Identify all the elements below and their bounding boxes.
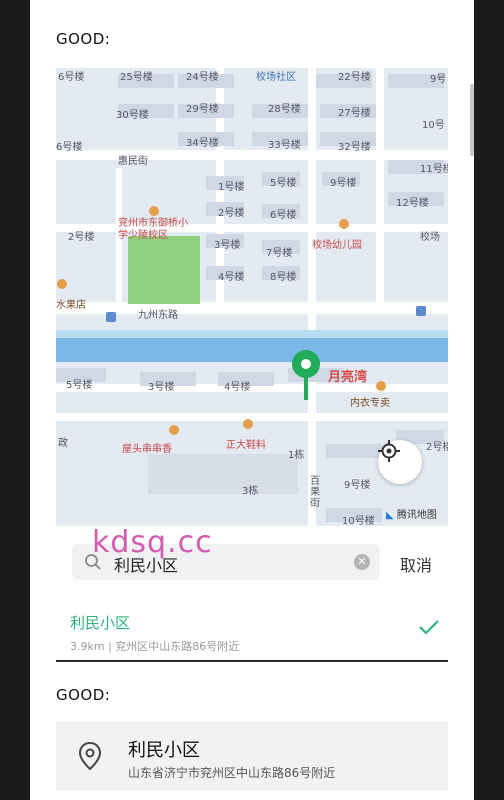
building-label: 2号楼 (426, 442, 448, 453)
building-label: 10号楼 (342, 516, 375, 526)
poi-school: 兖州市东御桥小学少陵校区 (118, 218, 188, 241)
check-icon (419, 620, 439, 635)
building-label: 10号 (422, 120, 445, 131)
poi-hotpot: 屋头串串香 (122, 444, 172, 455)
building-label: 30号楼 (116, 110, 149, 121)
building-label: 27号楼 (338, 108, 371, 119)
building-label: 2号楼 (218, 208, 245, 219)
result-address: 3.9km | 兖州区中山东路86号附近 (70, 640, 240, 653)
building-label: 9号楼 (344, 480, 371, 491)
building-label: 1栋 (288, 450, 305, 461)
building-label: 4号楼 (224, 382, 251, 393)
scrollbar[interactable] (470, 84, 474, 156)
map-provider-logo: ◣ 腾讯地图 (386, 506, 437, 521)
search-result-item[interactable]: 利民小区 3.9km | 兖州区中山东路86号附近 (56, 600, 448, 662)
building-label: 3号楼 (148, 382, 175, 393)
building-label: 9号 (430, 74, 447, 85)
page: GOOD: 6号楼 25号楼 24号楼 校场社区 22号楼 9号 30号楼 29… (30, 0, 474, 800)
building-label: 29号楼 (186, 104, 219, 115)
building-label: 5号楼 (66, 380, 93, 391)
poi-fruit: 水果店 (56, 300, 86, 311)
building-label: 6号楼 (58, 72, 85, 83)
building-label: 7号楼 (266, 248, 293, 259)
building-label: 12号楼 (396, 198, 429, 209)
building-label: 校场 (420, 232, 440, 243)
building-label: 9号楼 (330, 178, 357, 189)
good-label-bottom: GOOD: (56, 686, 111, 704)
road-label: 惠民街 (118, 156, 148, 167)
building-label: 1号楼 (218, 182, 245, 193)
clear-icon[interactable]: ✕ (354, 554, 370, 570)
building-label: 4号楼 (218, 272, 245, 283)
building-label: 32号楼 (338, 142, 371, 153)
crosshair-icon (378, 440, 400, 462)
poi-underwear: 内衣专卖 (350, 398, 390, 409)
building-label: 校场社区 (256, 72, 296, 83)
poi-kindergarten: 校场幼儿园 (312, 240, 362, 251)
building-label: 24号楼 (186, 72, 219, 83)
poi-gov: 政 (58, 438, 68, 449)
pin-label: 月亮湾 (328, 370, 368, 385)
building-label: 6号楼 (270, 210, 297, 221)
map-view[interactable]: 6号楼 25号楼 24号楼 校场社区 22号楼 9号 30号楼 29号楼 28号… (56, 68, 448, 526)
poi-shoe: 正大鞋料 (226, 440, 266, 451)
map-pin-outline-icon (78, 741, 102, 771)
cancel-button[interactable]: 取消 (400, 552, 432, 576)
building-label: 5号楼 (270, 178, 297, 189)
card-title: 利民小区 (128, 740, 200, 761)
good-label-top: GOOD: (56, 30, 111, 48)
building-label: 33号楼 (268, 140, 301, 151)
tencent-maps-icon: ◣ (386, 510, 394, 521)
building-label: 11号楼 (420, 164, 448, 175)
building-label: 22号楼 (338, 72, 371, 83)
road-label: 九州东路 (138, 310, 178, 321)
building-label: 3栋 (242, 486, 259, 497)
building-label: 3号楼 (214, 240, 241, 251)
card-address: 山东省济宁市兖州区中山东路86号附近 (128, 766, 336, 780)
result-name: 利民小区 (70, 614, 131, 632)
locate-me-button[interactable] (378, 440, 422, 484)
building-label: 8号楼 (270, 272, 297, 283)
building-label: 2号楼 (68, 232, 95, 243)
watermark: kdsq.cc (92, 525, 213, 560)
map-logo-text: 腾讯地图 (396, 510, 437, 521)
building-label: 6号楼 (56, 142, 83, 153)
road-label: 百果街 (310, 476, 320, 509)
building-label: 25号楼 (120, 72, 153, 83)
building-label: 28号楼 (268, 104, 301, 115)
building-label: 34号楼 (186, 138, 219, 149)
location-card[interactable]: 利民小区 山东省济宁市兖州区中山东路86号附近 (56, 722, 448, 790)
